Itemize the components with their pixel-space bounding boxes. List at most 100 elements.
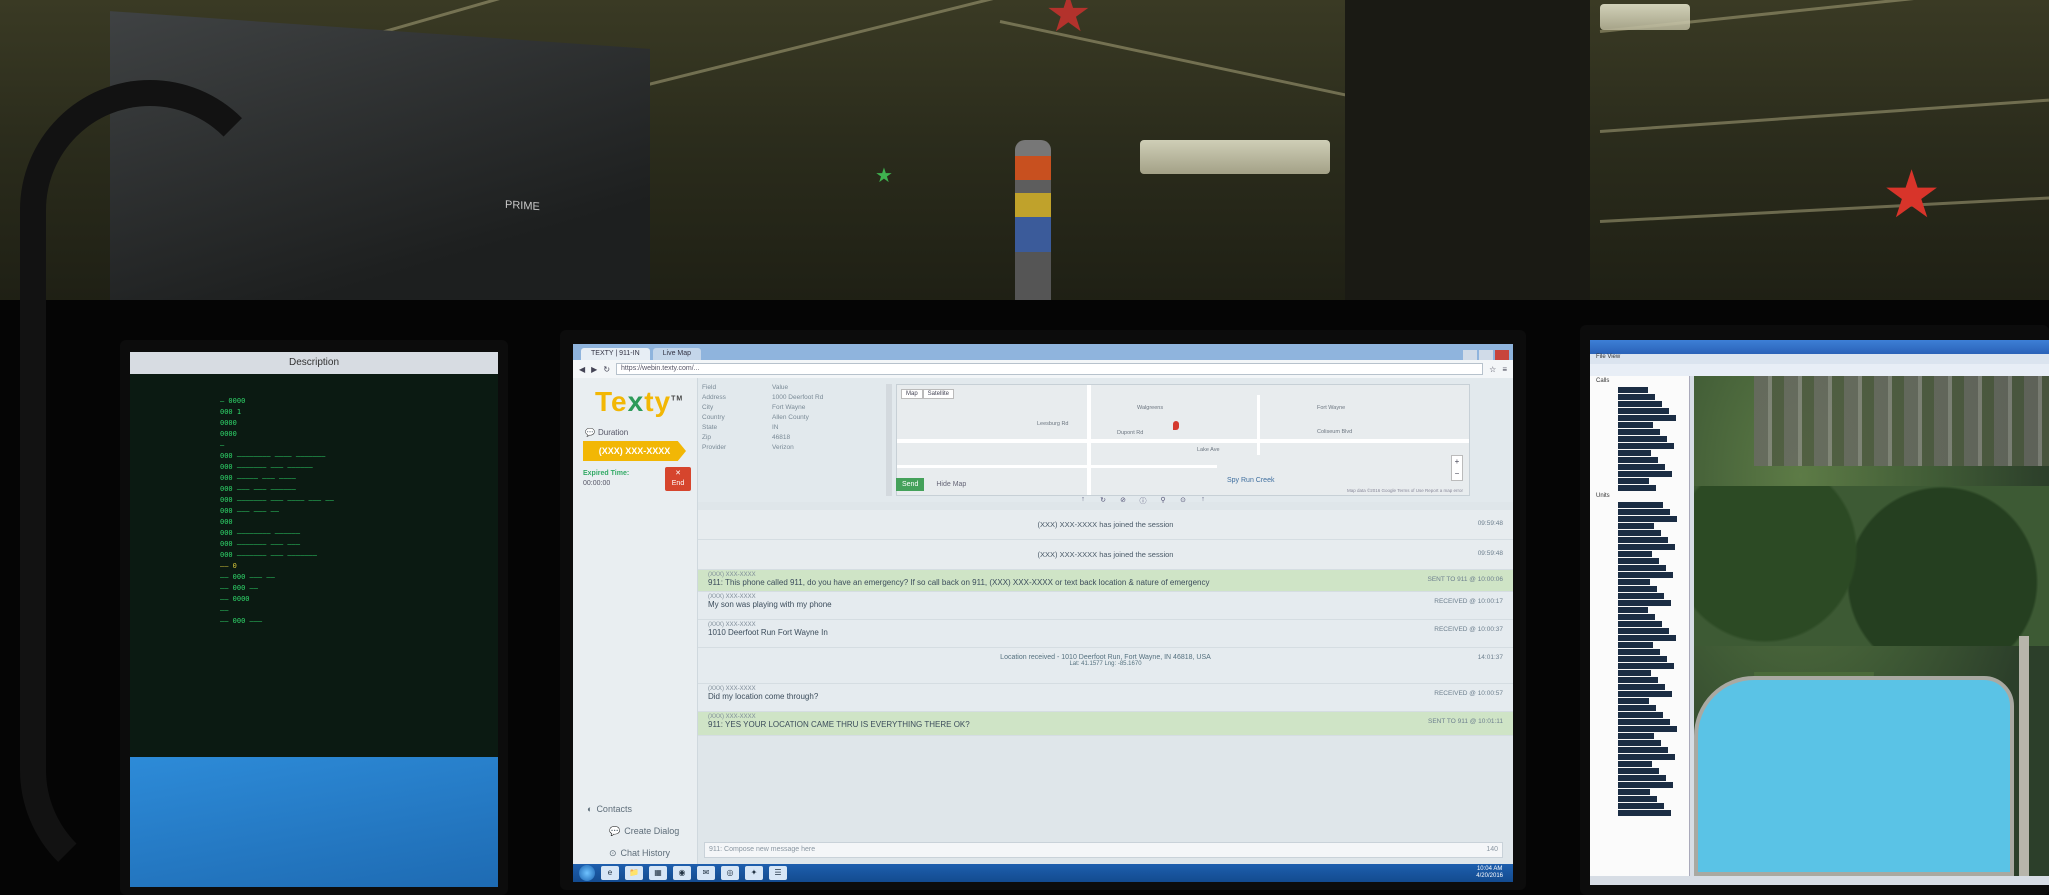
menu-icon[interactable]: ≡	[1502, 365, 1507, 374]
taskbar-app[interactable]: ◉	[673, 866, 691, 880]
call-list-item[interactable]	[1618, 523, 1654, 529]
call-list-item[interactable]	[1618, 656, 1667, 662]
call-list-item[interactable]	[1618, 471, 1672, 477]
call-list-item[interactable]	[1618, 698, 1649, 704]
call-list-item[interactable]	[1618, 537, 1668, 543]
call-list-item[interactable]	[1618, 649, 1660, 655]
call-list-item[interactable]	[1618, 530, 1661, 536]
call-list-item[interactable]	[1618, 726, 1677, 732]
call-list-item[interactable]	[1618, 754, 1675, 760]
call-list-item[interactable]	[1618, 387, 1648, 393]
map-tab[interactable]: Map	[901, 389, 923, 399]
aerial-map[interactable]	[1694, 376, 2049, 876]
zoom-control[interactable]: + −	[1451, 455, 1463, 481]
map-tab[interactable]: Satellite	[922, 389, 955, 399]
address-bar[interactable]: https://webin.texty.com/...	[616, 363, 1484, 375]
call-list-item[interactable]	[1618, 705, 1656, 711]
call-list-item[interactable]	[1618, 810, 1671, 816]
browser-tab[interactable]: Live Map	[652, 348, 702, 360]
taskbar-app[interactable]: ✉	[697, 866, 715, 880]
phone-number-ribbon[interactable]: (XXX) XXX-XXXX	[583, 441, 686, 461]
send-location-button[interactable]: Send	[896, 478, 925, 491]
message-input[interactable]: 911: Compose new message here 140	[704, 842, 1503, 858]
call-list-item[interactable]	[1618, 782, 1673, 788]
taskbar-app[interactable]: e	[601, 866, 619, 880]
call-list-item[interactable]	[1618, 691, 1672, 697]
cancel-icon[interactable]: ⊘	[1118, 496, 1128, 506]
call-list-item[interactable]	[1618, 621, 1662, 627]
gis-menu-bar[interactable]: File View	[1590, 354, 2049, 364]
system-clock[interactable]: 10:04 AM 4/20/2016	[1476, 866, 1513, 880]
call-list-item[interactable]	[1618, 394, 1655, 400]
call-list-item[interactable]	[1618, 628, 1669, 634]
call-list-item[interactable]	[1618, 600, 1671, 606]
call-list-item[interactable]	[1618, 551, 1652, 557]
taskbar-app[interactable]: ◎	[721, 866, 739, 880]
hide-map-button[interactable]: Hide Map	[930, 478, 972, 491]
call-list-item[interactable]	[1618, 768, 1659, 774]
call-list-item[interactable]	[1618, 436, 1667, 442]
call-list-item[interactable]	[1618, 464, 1665, 470]
call-list-item[interactable]	[1618, 516, 1677, 522]
sidebar-item-create-dialog[interactable]: 💬 Create Dialog	[573, 820, 697, 842]
browser-tab[interactable]: TEXTY | 911-IN	[581, 348, 650, 360]
call-list-item[interactable]	[1618, 719, 1670, 725]
maximize-icon[interactable]	[1479, 350, 1493, 360]
call-list-item[interactable]	[1618, 586, 1657, 592]
call-list-item[interactable]	[1618, 747, 1668, 753]
sidebar-item-chat-history[interactable]: ⊙ Chat History	[573, 842, 697, 864]
taskbar-app[interactable]: ▦	[649, 866, 667, 880]
star-icon[interactable]: ☆	[1489, 365, 1496, 374]
call-list-item[interactable]	[1618, 803, 1664, 809]
back-icon[interactable]: ◀	[579, 365, 585, 374]
call-list-item[interactable]	[1618, 642, 1653, 648]
close-icon[interactable]	[1495, 350, 1509, 360]
start-button[interactable]	[579, 865, 595, 881]
call-list-item[interactable]	[1618, 457, 1658, 463]
minimize-icon[interactable]	[1463, 350, 1477, 360]
call-list-item[interactable]	[1618, 712, 1663, 718]
call-list-item[interactable]	[1618, 607, 1648, 613]
call-list-item[interactable]	[1618, 408, 1669, 414]
history-icon[interactable]: ⊙	[1178, 496, 1188, 506]
call-list-item[interactable]	[1618, 761, 1652, 767]
call-list-item[interactable]	[1618, 593, 1664, 599]
call-list-item[interactable]	[1618, 677, 1658, 683]
info-scrollbar[interactable]	[886, 384, 892, 496]
call-list-item[interactable]	[1618, 579, 1650, 585]
call-list-item[interactable]	[1618, 502, 1663, 508]
call-list-item[interactable]	[1618, 509, 1670, 515]
taskbar-app[interactable]: ☰	[769, 866, 787, 880]
call-list-item[interactable]	[1618, 429, 1660, 435]
call-list-item[interactable]	[1618, 565, 1666, 571]
end-session-button[interactable]: ✕ End	[665, 467, 691, 491]
call-list-item[interactable]	[1618, 415, 1676, 421]
pin-icon[interactable]: ⚲	[1158, 496, 1168, 506]
arrow-up-icon[interactable]: ↑	[1078, 496, 1088, 506]
call-list-item[interactable]	[1618, 558, 1659, 564]
call-list-item[interactable]	[1618, 450, 1651, 456]
reload-icon[interactable]: ↻	[603, 365, 610, 374]
call-list-item[interactable]	[1618, 401, 1662, 407]
call-list-item[interactable]	[1618, 478, 1649, 484]
call-list-item[interactable]	[1618, 733, 1654, 739]
call-list-item[interactable]	[1618, 663, 1674, 669]
info-icon[interactable]: ⓘ	[1138, 496, 1148, 506]
location-map[interactable]: Map Satellite Leesburg Rd Walgreens Fort…	[896, 384, 1470, 496]
call-list-item[interactable]	[1618, 614, 1655, 620]
call-list-item[interactable]	[1618, 775, 1666, 781]
call-list-item[interactable]	[1618, 789, 1650, 795]
taskbar-app[interactable]: 📁	[625, 866, 643, 880]
forward-icon[interactable]: ▶	[591, 365, 597, 374]
call-list-item[interactable]	[1618, 443, 1674, 449]
call-list-item[interactable]	[1618, 740, 1661, 746]
location-pin-icon[interactable]	[1173, 421, 1179, 430]
call-list-item[interactable]	[1618, 796, 1657, 802]
call-list-item[interactable]	[1618, 670, 1651, 676]
arrow-up-icon[interactable]: ↑	[1198, 496, 1208, 506]
call-list-item[interactable]	[1618, 635, 1676, 641]
sidebar-item-contacts[interactable]: ◐ Contacts	[573, 798, 697, 820]
refresh-icon[interactable]: ↻	[1098, 496, 1108, 506]
call-list-item[interactable]	[1618, 422, 1653, 428]
taskbar-app[interactable]: ✦	[745, 866, 763, 880]
